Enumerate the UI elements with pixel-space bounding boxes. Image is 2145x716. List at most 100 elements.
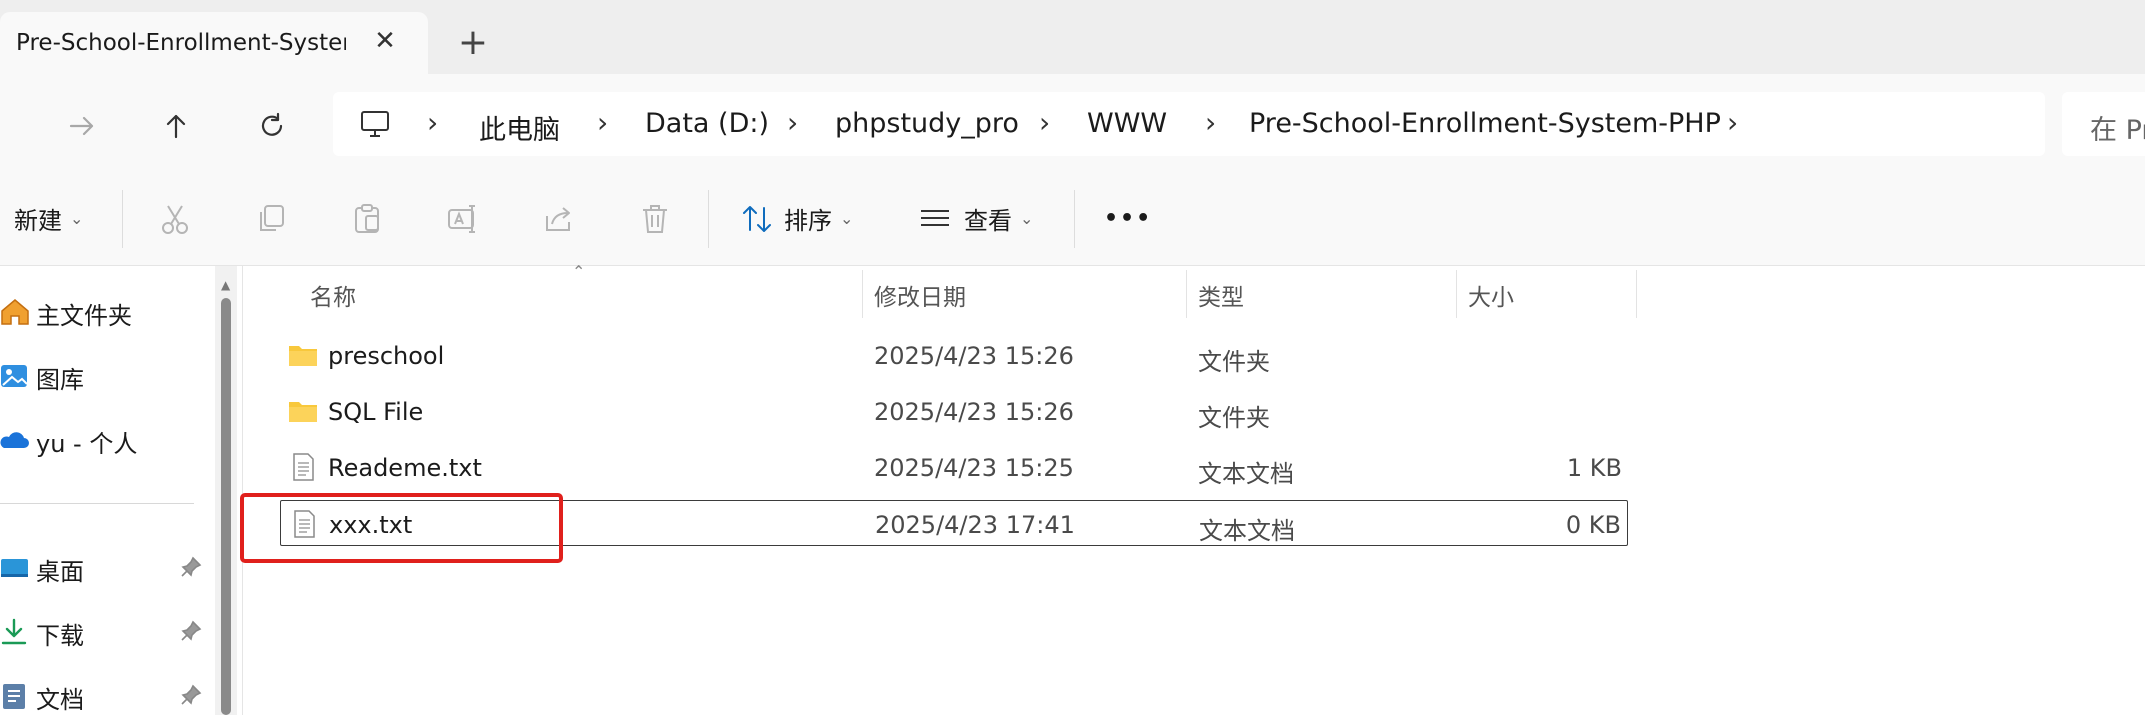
file-date: 2025/4/23 17:41 bbox=[875, 511, 1075, 539]
scroll-up-arrow-icon[interactable]: ▲ bbox=[221, 278, 230, 292]
file-date: 2025/4/23 15:26 bbox=[874, 342, 1074, 370]
sort-icon bbox=[743, 205, 771, 232]
chevron-right-icon[interactable]: › bbox=[1039, 106, 1050, 139]
breadcrumb-this-pc[interactable]: 此电脑 bbox=[479, 108, 560, 147]
sort-label: 排序 bbox=[784, 207, 832, 235]
address-bar[interactable]: › 此电脑 › Data (D:) › phpstudy_pro › WWW ›… bbox=[333, 92, 2045, 156]
toolbar-separator bbox=[708, 190, 709, 248]
sidebar-item-onedrive[interactable]: yu - 个人 bbox=[0, 420, 210, 460]
file-size: 1 KB bbox=[1566, 454, 1622, 482]
column-separator[interactable] bbox=[1636, 270, 1637, 318]
share-icon[interactable] bbox=[542, 202, 576, 236]
sidebar-scrollbar-thumb[interactable] bbox=[221, 298, 231, 715]
sidebar-item-gallery[interactable]: 图库 bbox=[0, 356, 210, 396]
breadcrumb-project-folder[interactable]: Pre-School-Enrollment-System-PHP bbox=[1249, 108, 1721, 139]
pin-icon[interactable] bbox=[180, 620, 202, 642]
column-header-size[interactable]: 大小 bbox=[1468, 278, 1514, 312]
sidebar-item-label: 桌面 bbox=[36, 558, 84, 586]
arrow-right-icon bbox=[69, 116, 94, 136]
tab-current-folder[interactable]: Pre-School-Enrollment-System-PHP ✕ bbox=[0, 12, 428, 74]
sidebar-divider bbox=[0, 503, 194, 504]
breadcrumb-drive-d[interactable]: Data (D:) bbox=[645, 108, 769, 139]
navigation-pane: 主文件夹 图库 yu - 个人 桌面 下载 文档 bbox=[0, 266, 215, 715]
desktop-icon bbox=[1, 559, 28, 577]
forward-button[interactable] bbox=[58, 102, 106, 150]
sidebar-item-documents[interactable]: 文档 bbox=[0, 676, 210, 716]
pin-icon[interactable] bbox=[180, 556, 202, 578]
new-label: 新建 bbox=[14, 207, 62, 235]
file-row[interactable]: preschool 2025/4/23 15:26 文件夹 bbox=[280, 332, 1628, 378]
new-button[interactable]: 新建 ⌄ bbox=[14, 172, 83, 265]
sort-ascending-icon: ⌃ bbox=[572, 262, 586, 281]
rename-icon[interactable] bbox=[446, 202, 480, 236]
chevron-down-icon: ⌄ bbox=[70, 209, 84, 228]
breadcrumb-www[interactable]: WWW bbox=[1087, 108, 1167, 139]
toolbar-separator bbox=[1074, 190, 1075, 248]
sidebar-item-label: 下载 bbox=[36, 622, 84, 650]
download-icon bbox=[1, 618, 27, 645]
file-type: 文件夹 bbox=[1198, 348, 1270, 376]
breadcrumb-phpstudy[interactable]: phpstudy_pro bbox=[835, 108, 1019, 139]
file-type: 文本文档 bbox=[1198, 460, 1294, 488]
tab-bar: Pre-School-Enrollment-System-PHP ✕ + bbox=[0, 0, 2145, 74]
more-options-button[interactable]: ••• bbox=[1104, 172, 1152, 265]
tab-title: Pre-School-Enrollment-System-PHP bbox=[16, 30, 346, 56]
gallery-icon bbox=[1, 365, 28, 387]
column-header-name[interactable]: 名称 bbox=[310, 278, 356, 312]
refresh-icon bbox=[261, 112, 283, 136]
sidebar-item-label: 主文件夹 bbox=[36, 302, 132, 330]
cut-icon[interactable] bbox=[158, 202, 192, 236]
chevron-right-icon[interactable]: › bbox=[427, 106, 438, 139]
navigation-row: › 此电脑 › Data (D:) › phpstudy_pro › WWW ›… bbox=[0, 74, 2145, 172]
new-tab-button[interactable]: + bbox=[456, 25, 490, 61]
file-date: 2025/4/23 15:26 bbox=[874, 398, 1074, 426]
sidebar-item-desktop[interactable]: 桌面 bbox=[0, 548, 210, 588]
refresh-button[interactable] bbox=[248, 102, 296, 150]
column-header-type[interactable]: 类型 bbox=[1198, 278, 1244, 312]
file-type: 文本文档 bbox=[1199, 517, 1295, 545]
home-icon bbox=[1, 299, 29, 325]
column-separator[interactable] bbox=[1186, 270, 1187, 318]
file-name: SQL File bbox=[328, 398, 424, 426]
view-button[interactable]: 查看 ⌄ bbox=[918, 172, 1033, 265]
sidebar-item-label: yu - 个人 bbox=[36, 430, 138, 458]
onedrive-cloud-icon bbox=[0, 432, 30, 448]
text-file-icon bbox=[293, 453, 314, 481]
chevron-right-icon[interactable]: › bbox=[787, 106, 798, 139]
file-type: 文件夹 bbox=[1198, 404, 1270, 432]
file-row[interactable]: SQL File 2025/4/23 15:26 文件夹 bbox=[280, 388, 1628, 434]
sidebar-item-home[interactable]: 主文件夹 bbox=[0, 292, 210, 332]
sort-button[interactable]: 排序 ⌄ bbox=[740, 172, 853, 265]
pin-icon[interactable] bbox=[180, 684, 202, 706]
tab-close-icon[interactable]: ✕ bbox=[372, 28, 398, 54]
toolbar-separator bbox=[122, 190, 123, 248]
column-separator[interactable] bbox=[862, 270, 863, 318]
paste-icon[interactable] bbox=[350, 202, 384, 236]
sidebar-item-label: 图库 bbox=[36, 366, 84, 394]
computer-icon bbox=[361, 111, 389, 137]
chevron-right-icon[interactable]: › bbox=[1727, 106, 1738, 139]
folder-icon bbox=[289, 402, 317, 422]
search-box[interactable]: 在 Pr bbox=[2062, 92, 2145, 156]
column-header-date[interactable]: 修改日期 bbox=[874, 278, 966, 312]
chevron-right-icon[interactable]: › bbox=[1205, 106, 1216, 139]
view-list-icon bbox=[921, 209, 949, 226]
folder-icon bbox=[289, 346, 317, 366]
arrow-up-icon bbox=[166, 114, 186, 139]
more-icon: ••• bbox=[1104, 206, 1153, 231]
chevron-right-icon[interactable]: › bbox=[597, 106, 608, 139]
copy-icon[interactable] bbox=[254, 202, 288, 236]
search-placeholder: 在 Pr bbox=[2090, 115, 2145, 146]
file-row[interactable]: Reademe.txt 2025/4/23 15:25 文本文档 1 KB bbox=[280, 444, 1628, 490]
red-highlight-annotation bbox=[240, 493, 563, 563]
up-button[interactable] bbox=[152, 102, 200, 150]
pane-divider[interactable] bbox=[242, 266, 243, 715]
file-name: preschool bbox=[328, 342, 445, 370]
sidebar-item-downloads[interactable]: 下载 bbox=[0, 612, 210, 652]
column-separator[interactable] bbox=[1456, 270, 1457, 318]
command-bar: 新建 ⌄ 排序 ⌄ 查看 ⌄ ••• bbox=[0, 172, 2145, 266]
delete-icon[interactable] bbox=[638, 202, 672, 236]
chevron-down-icon: ⌄ bbox=[1020, 209, 1034, 228]
view-label: 查看 bbox=[964, 207, 1012, 235]
file-size: 0 KB bbox=[1565, 511, 1621, 539]
